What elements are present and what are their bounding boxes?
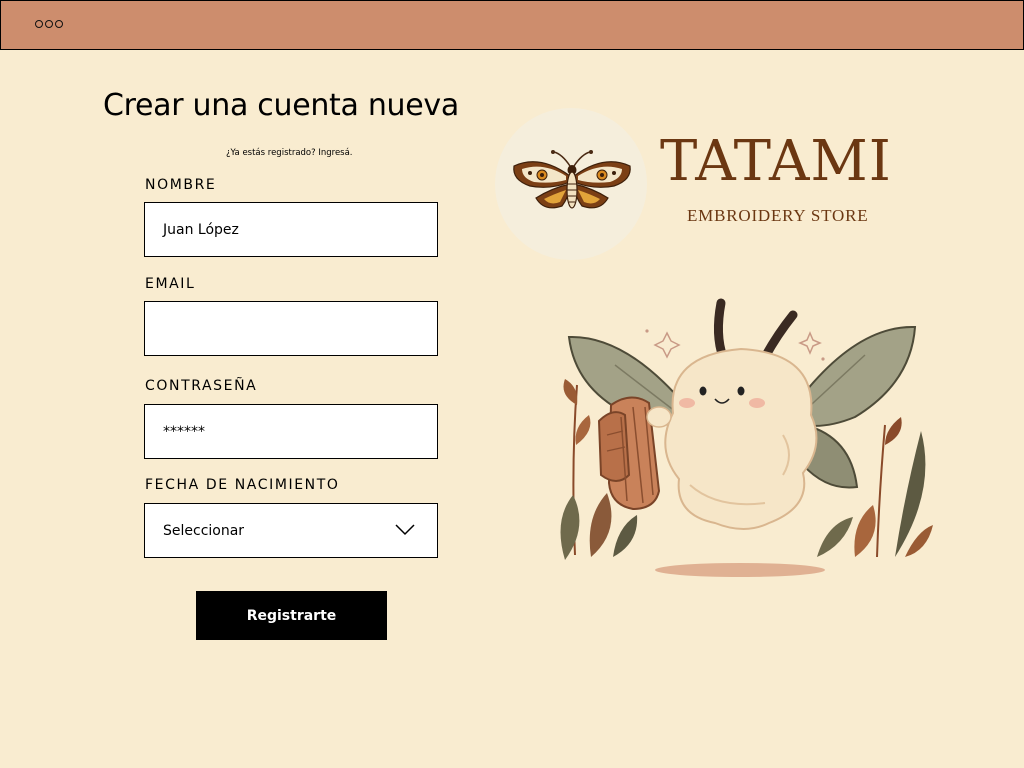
password-input[interactable]: ****** bbox=[144, 404, 438, 459]
name-label: NOMBRE bbox=[145, 177, 217, 193]
three-dots-icon[interactable] bbox=[35, 20, 63, 28]
register-button[interactable]: Registrarte bbox=[196, 591, 387, 640]
birthdate-select-value: Seleccionar bbox=[163, 522, 245, 539]
email-label: EMAIL bbox=[145, 276, 196, 292]
top-bar bbox=[0, 0, 1024, 50]
name-input-value: Juan López bbox=[163, 221, 239, 238]
email-input[interactable] bbox=[144, 301, 438, 356]
login-link[interactable]: ¿Ya estás registrado? Ingresá. bbox=[226, 148, 353, 158]
page-title: Crear una cuenta nueva bbox=[103, 88, 459, 123]
chevron-down-icon bbox=[395, 524, 415, 536]
moth-icon bbox=[513, 150, 631, 209]
password-label: CONTRASEÑA bbox=[145, 378, 258, 394]
name-input[interactable]: Juan López bbox=[144, 202, 438, 257]
moth-mascot-illustration bbox=[560, 298, 933, 577]
brand-name: TATAMI bbox=[660, 129, 892, 194]
birthdate-select[interactable]: Seleccionar bbox=[144, 503, 438, 558]
birthdate-label: FECHA DE NACIMIENTO bbox=[145, 477, 340, 493]
password-input-value: ****** bbox=[163, 423, 205, 440]
brand-tagline: EMBROIDERY STORE bbox=[687, 206, 869, 225]
